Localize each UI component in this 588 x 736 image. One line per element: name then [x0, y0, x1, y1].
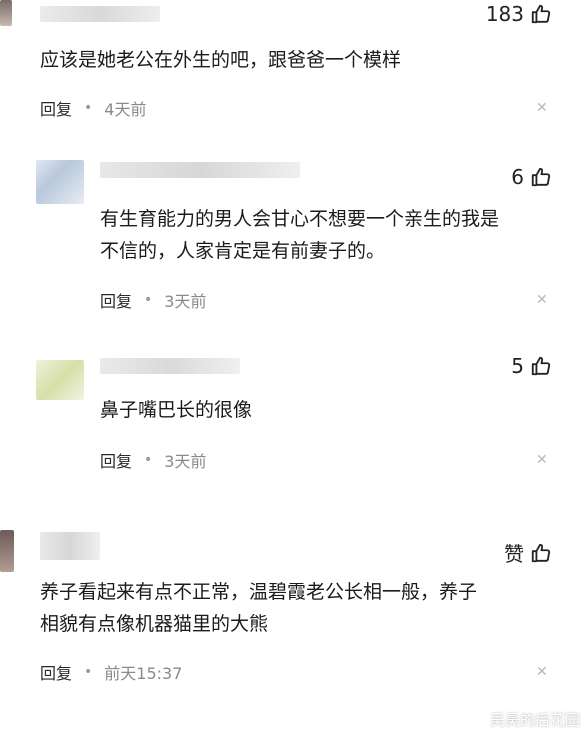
- like-label: 赞: [504, 542, 524, 566]
- username-blurred: [100, 162, 300, 178]
- reply-button[interactable]: 回复: [100, 448, 132, 472]
- avatar[interactable]: [36, 360, 84, 400]
- username-blurred: [40, 6, 160, 22]
- like-button[interactable]: 183: [486, 2, 552, 26]
- reply-button[interactable]: 回复: [40, 660, 72, 684]
- like-count: 183: [485, 2, 524, 26]
- like-count: 6: [511, 165, 524, 189]
- comment-text: 应该是她老公在外生的吧，跟爸爸一个模样: [40, 49, 402, 71]
- separator-dot: •: [144, 292, 153, 308]
- separator-dot: •: [84, 100, 93, 116]
- comment-time: 4天前: [104, 100, 147, 119]
- thumbs-up-icon: [531, 4, 551, 24]
- like-count: 5: [511, 354, 524, 378]
- close-icon[interactable]: ✕: [536, 664, 548, 680]
- thumbs-up-icon: [531, 543, 551, 562]
- close-icon[interactable]: ✕: [536, 452, 548, 468]
- comment-time: 3天前: [164, 292, 207, 311]
- comment-meta: 回复 • 4天前: [40, 96, 146, 120]
- thumbs-up-icon: [531, 356, 551, 376]
- avatar[interactable]: [0, 0, 12, 26]
- separator-dot: •: [144, 452, 153, 468]
- thumbs-up-icon: [531, 167, 551, 187]
- comment-meta: 回复 • 前天15:37: [40, 660, 182, 684]
- close-icon[interactable]: ✕: [536, 292, 548, 308]
- watermark-text: 吴昊的后花园: [489, 711, 580, 729]
- reply-button[interactable]: 回复: [40, 96, 72, 120]
- avatar[interactable]: [0, 530, 14, 572]
- close-icon[interactable]: ✕: [536, 100, 548, 116]
- comment-time: 3天前: [164, 452, 207, 471]
- username-blurred: [40, 532, 100, 560]
- comment-text: 鼻子嘴巴长的很像: [100, 399, 253, 421]
- comment-time: 前天15:37: [104, 664, 183, 683]
- like-button[interactable]: 6: [511, 165, 552, 189]
- username-blurred: [100, 358, 240, 374]
- reply-button[interactable]: 回复: [100, 288, 132, 312]
- avatar[interactable]: [36, 160, 84, 204]
- separator-dot: •: [84, 664, 93, 680]
- comment-text: 养子看起来有点不正常，温碧霞老公长相一般，养子 相貌有点像机器猫里的大熊: [40, 581, 478, 635]
- chat-bubble-icon: [471, 714, 484, 727]
- comment-meta: 回复 • 3天前: [100, 448, 206, 472]
- like-button[interactable]: 赞: [504, 538, 552, 567]
- like-button[interactable]: 5: [511, 354, 552, 378]
- comment-meta: 回复 • 3天前: [100, 288, 206, 312]
- watermark: 吴昊的后花园: [470, 709, 580, 730]
- comment-text: 有生育能力的男人会甘心不想要一个亲生的我是 不信的，人家肯定是有前妻子的。: [100, 208, 500, 262]
